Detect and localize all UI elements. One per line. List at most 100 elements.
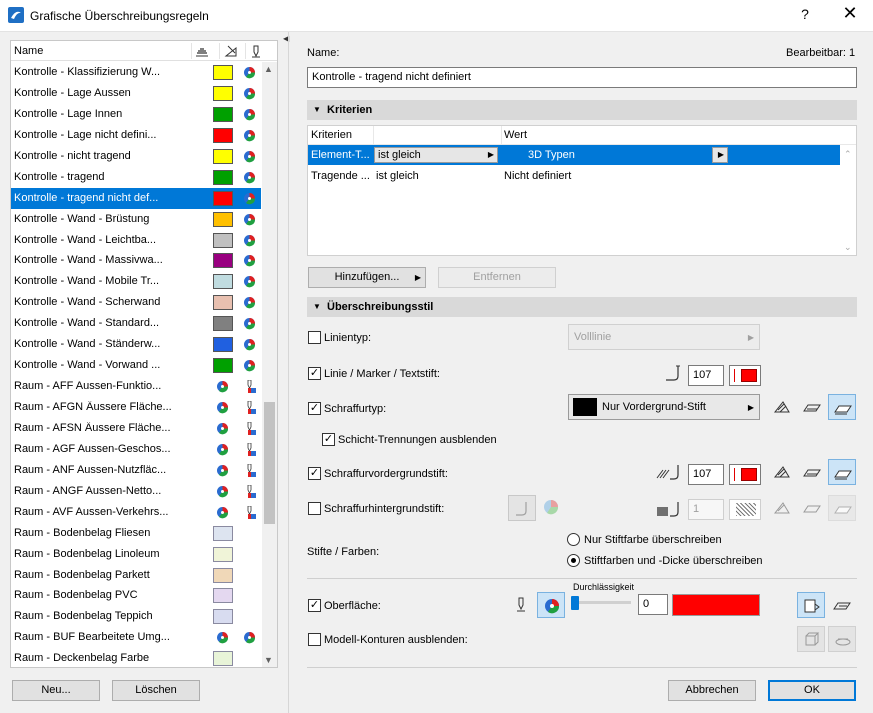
surface-material-icon[interactable] <box>828 592 856 618</box>
transparency-slider-thumb[interactable] <box>571 596 579 610</box>
criteria-section[interactable]: ▼ Kriterien <box>307 100 857 120</box>
fill-column-icon <box>224 45 237 57</box>
list-item[interactable]: Kontrolle - Wand - Standard... <box>11 313 261 334</box>
model-contours-checkbox[interactable] <box>308 633 321 646</box>
criteria-scrollbar[interactable]: ⌃ ⌄ <box>841 145 856 255</box>
list-item[interactable]: Kontrolle - Wand - Vorwand ... <box>11 355 261 376</box>
hatch-cover-icon[interactable] <box>798 394 826 420</box>
bg-pen-number-input[interactable]: 1 <box>688 499 724 520</box>
collapse-triangle-icon[interactable]: ▼ <box>313 302 321 311</box>
panel-divider[interactable] <box>288 32 289 713</box>
column-header-name[interactable]: Name <box>14 45 43 57</box>
list-item[interactable]: Raum - AGF Aussen-Geschos... <box>11 439 261 460</box>
surface-color-wheel-icon[interactable] <box>537 592 565 618</box>
color-swatch <box>213 274 233 290</box>
bg-pen-pattern-swatch[interactable] <box>729 499 761 520</box>
list-item[interactable]: Raum - Bodenbelag Fliesen <box>11 523 261 544</box>
criteria-row[interactable]: Tragende ... ist gleich Nicht definiert <box>308 166 840 186</box>
surface-checkbox[interactable]: ✓ <box>308 599 321 612</box>
list-item[interactable]: Kontrolle - tragend <box>11 167 261 188</box>
list-item[interactable]: Raum - BUF Bearbeitete Umg... <box>11 627 261 648</box>
pen-checkbox[interactable]: ✓ <box>308 367 321 380</box>
value-dropdown[interactable]: ▶ <box>712 147 728 163</box>
fg-pen-checkbox[interactable]: ✓ <box>308 467 321 480</box>
scroll-up-icon[interactable]: ▲ <box>264 64 273 74</box>
remove-criteria-button[interactable]: Entfernen <box>438 267 556 288</box>
fg-hatch-cut-icon[interactable] <box>768 459 796 485</box>
cancel-button[interactable]: Abbrechen <box>668 680 756 701</box>
list-item[interactable]: Raum - AVF Aussen-Verkehrs... <box>11 502 261 523</box>
list-item[interactable]: Raum - AFGN Äussere Fläche... <box>11 397 261 418</box>
rule-name-input[interactable]: Kontrolle - tragend nicht definiert <box>307 67 857 88</box>
new-button[interactable]: Neu... <box>12 680 100 701</box>
override-style-section[interactable]: ▼ Überschreibungsstil <box>307 297 857 317</box>
fg-hatch-surface-icon[interactable] <box>828 459 856 485</box>
hatch-type-checkbox[interactable]: ✓ <box>308 402 321 415</box>
fg-pen-color-swatch[interactable] <box>729 464 761 485</box>
list-item[interactable]: Kontrolle - Wand - Brüstung <box>11 209 261 230</box>
contour-surface-icon[interactable] <box>828 626 856 652</box>
transparency-slider-track[interactable] <box>573 601 631 604</box>
surface-color-icon <box>244 67 256 79</box>
list-item[interactable]: Raum - Bodenbelag Linoleum <box>11 544 261 565</box>
list-item[interactable]: Kontrolle - nicht tragend <box>11 146 261 167</box>
collapse-triangle-icon[interactable]: ▼ <box>313 105 321 114</box>
list-item[interactable]: Kontrolle - tragend nicht def... <box>11 187 261 209</box>
bg-hatch-surface-icon[interactable] <box>828 495 856 521</box>
color-wheel-icon[interactable] <box>543 499 559 515</box>
ok-button[interactable]: OK <box>768 680 856 701</box>
list-item[interactable]: Kontrolle - Wand - Ständerw... <box>11 334 261 355</box>
help-button[interactable]: ? <box>795 6 815 22</box>
list-item[interactable]: Kontrolle - Klassifizierung W... <box>11 62 261 83</box>
list-item[interactable]: Kontrolle - Lage Innen <box>11 104 261 125</box>
transparency-input[interactable]: 0 <box>638 594 668 615</box>
list-item[interactable]: Kontrolle - Lage nicht defini... <box>11 125 261 146</box>
list-scrollbar[interactable]: ▲ ▼ <box>262 62 277 667</box>
list-item[interactable]: Kontrolle - Lage Aussen <box>11 83 261 104</box>
surface-color-swatch[interactable] <box>672 594 760 616</box>
close-button[interactable]: ✕ <box>838 3 862 24</box>
pen-number-input[interactable]: 107 <box>688 365 724 386</box>
list-item[interactable]: Raum - ANGF Aussen-Netto... <box>11 481 261 502</box>
scroll-down-icon[interactable]: ▼ <box>264 655 273 665</box>
layer-separation-checkbox[interactable]: ✓ <box>322 433 335 446</box>
list-item[interactable]: Raum - AFF Aussen-Funktio... <box>11 376 261 397</box>
contour-box-icon[interactable] <box>797 626 825 652</box>
radio-pen-color-and-weight[interactable] <box>567 554 580 567</box>
bg-pen-picker-icon[interactable] <box>508 495 536 521</box>
hatch-surface-icon[interactable] <box>828 394 856 420</box>
list-item[interactable]: Kontrolle - Wand - Mobile Tr... <box>11 271 261 292</box>
linetype-checkbox[interactable] <box>308 331 321 344</box>
color-swatch <box>213 253 233 269</box>
hatch-cut-icon[interactable] <box>768 394 796 420</box>
add-criteria-button[interactable]: Hinzufügen... ▶ <box>308 267 426 288</box>
surface-color-icon <box>217 402 229 414</box>
scroll-thumb[interactable] <box>264 402 275 524</box>
radio-pen-color-only[interactable] <box>567 533 580 546</box>
fg-hatch-cover-icon[interactable] <box>798 459 826 485</box>
bg-hatch-cover-icon[interactable] <box>798 495 826 521</box>
scroll-up-icon[interactable]: ⌃ <box>844 149 852 160</box>
delete-button[interactable]: Löschen <box>112 680 200 701</box>
bg-pen-checkbox[interactable] <box>308 502 321 515</box>
color-swatch <box>213 651 233 667</box>
list-item-label: Raum - Bodenbelag PVC <box>14 589 138 602</box>
operator-dropdown[interactable]: ist gleich ▶ <box>374 147 498 163</box>
list-item[interactable]: Raum - AFSN Äussere Fläche... <box>11 418 261 439</box>
criteria-row[interactable]: Element-T... ist gleich ▶ 3D Typen ▶ <box>308 145 840 165</box>
list-item[interactable]: Raum - Bodenbelag Parkett <box>11 565 261 586</box>
scroll-down-icon[interactable]: ⌄ <box>844 242 852 253</box>
list-item[interactable]: Raum - Deckenbelag Farbe <box>11 648 261 667</box>
list-item[interactable]: Raum - ANF Aussen-Nutzfläc... <box>11 460 261 481</box>
bg-hatch-cut-icon[interactable] <box>768 495 796 521</box>
fg-pen-number-input[interactable]: 107 <box>688 464 724 485</box>
list-item[interactable]: Kontrolle - Wand - Leichtba... <box>11 230 261 251</box>
surface-override-icon[interactable] <box>797 592 825 618</box>
linetype-dropdown[interactable]: Volllinie ▶ <box>568 324 760 350</box>
list-item[interactable]: Kontrolle - Wand - Scherwand <box>11 292 261 313</box>
list-item[interactable]: Kontrolle - Wand - Massivwa... <box>11 250 261 271</box>
list-item[interactable]: Raum - Bodenbelag PVC <box>11 585 261 606</box>
hatch-type-dropdown[interactable]: Nur Vordergrund-Stift ▶ <box>568 394 760 420</box>
list-item[interactable]: Raum - Bodenbelag Teppich <box>11 606 261 627</box>
pen-color-swatch[interactable] <box>729 365 761 386</box>
